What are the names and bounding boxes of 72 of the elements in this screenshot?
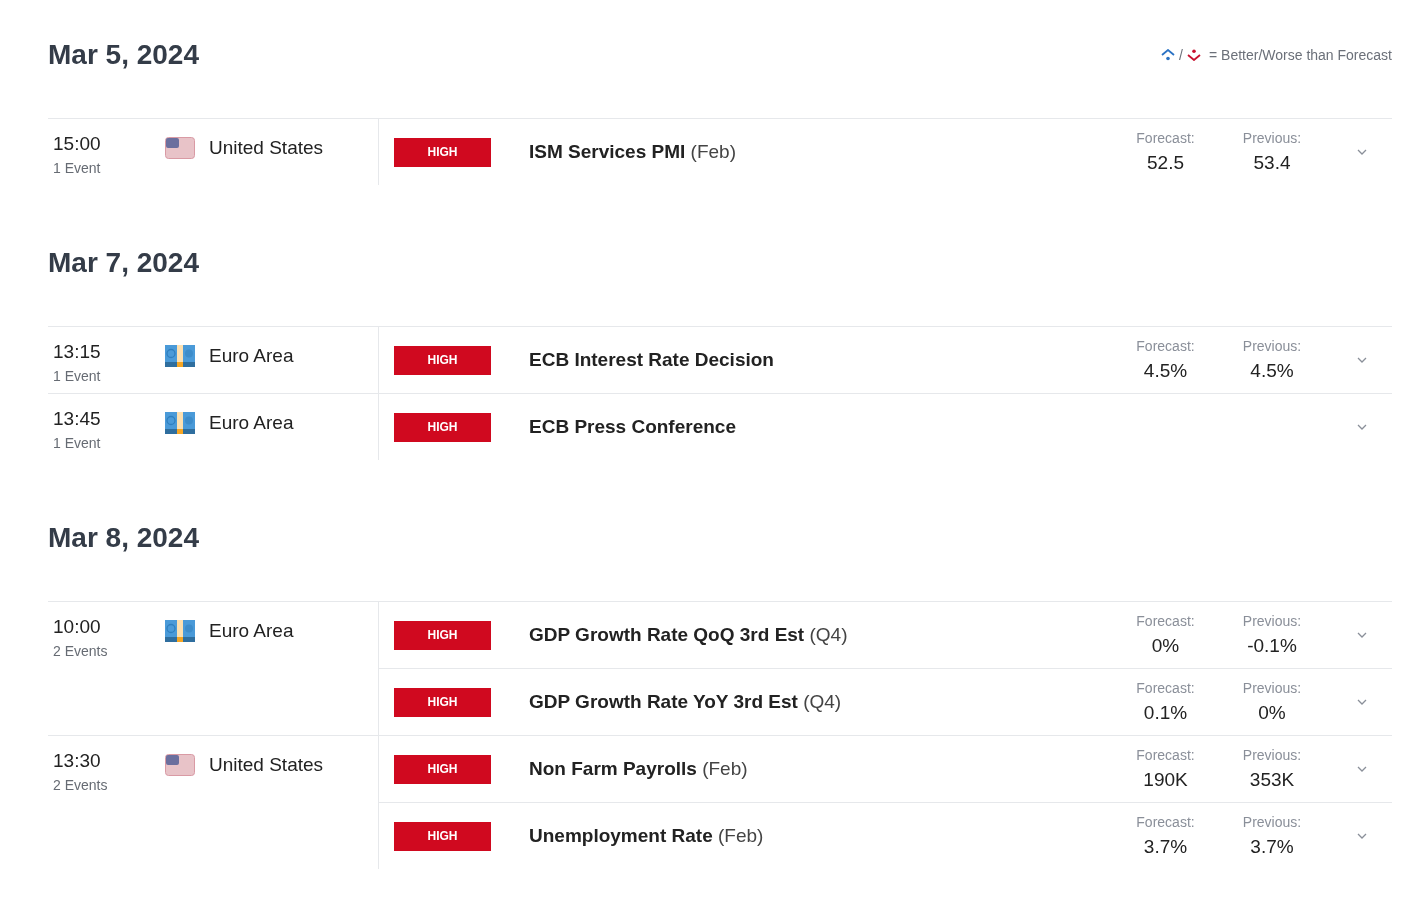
chevron-down-icon[interactable] <box>1357 833 1367 839</box>
legend-separator: / <box>1179 47 1183 63</box>
event-count: 1 Event <box>53 435 102 451</box>
impact-badge: HIGH <box>394 754 491 784</box>
impact-badge: HIGH <box>394 821 491 851</box>
worse-icon <box>1186 49 1202 61</box>
event-title[interactable]: ECB Interest Rate Decision <box>529 349 1114 371</box>
flag-icon <box>165 754 195 776</box>
event-count: 1 Event <box>53 160 102 176</box>
forecast-label: Forecast: <box>1136 613 1195 629</box>
previous-label: Previous: <box>1242 814 1302 830</box>
forecast-label: Forecast: <box>1136 747 1195 763</box>
event-title[interactable]: GDP Growth Rate QoQ 3rd Est (Q4) <box>529 624 1114 646</box>
chevron-down-icon[interactable] <box>1357 632 1367 638</box>
event-time: 15:00 <box>53 133 102 155</box>
previous-label: Previous: <box>1242 747 1302 763</box>
previous-label: Previous: <box>1242 613 1302 629</box>
previous-value: 4.5% <box>1250 360 1294 382</box>
impact-badge: HIGH <box>394 345 491 375</box>
forecast-value: 3.7% <box>1143 836 1188 858</box>
forecast-value: 0% <box>1151 635 1180 657</box>
date-heading: Mar 7, 2024 <box>48 247 199 279</box>
better-icon <box>1160 49 1177 61</box>
previous-value: 0% <box>1258 702 1286 724</box>
chevron-down-icon[interactable] <box>1357 766 1367 772</box>
impact-badge: HIGH <box>394 412 491 442</box>
forecast-value: 52.5 <box>1147 152 1184 174</box>
event-count: 1 Event <box>53 368 102 384</box>
forecast-label: Forecast: <box>1136 338 1195 354</box>
chevron-down-icon[interactable] <box>1357 357 1367 363</box>
date-heading: Mar 8, 2024 <box>48 522 199 554</box>
flag-icon <box>165 412 195 434</box>
event-time: 13:15 <box>53 341 102 363</box>
event-title[interactable]: Non Farm Payrolls (Feb) <box>529 758 1114 780</box>
flag-icon <box>165 137 195 159</box>
forecast-value: 0.1% <box>1143 702 1188 724</box>
previous-label: Previous: <box>1242 130 1302 146</box>
country-name: United States <box>209 754 324 776</box>
flag-icon <box>165 620 195 642</box>
forecast-label: Forecast: <box>1136 680 1195 696</box>
country-name: Euro Area <box>209 620 294 642</box>
previous-value: -0.1% <box>1247 635 1297 657</box>
forecast-value: 4.5% <box>1143 360 1188 382</box>
forecast-value: 190K <box>1143 769 1188 791</box>
event-time: 13:30 <box>53 750 102 772</box>
previous-label: Previous: <box>1242 680 1302 696</box>
impact-badge: HIGH <box>394 137 491 167</box>
event-count: 2 Events <box>53 643 109 659</box>
impact-badge: HIGH <box>394 687 491 717</box>
event-title[interactable]: Unemployment Rate (Feb) <box>529 825 1114 847</box>
chevron-down-icon[interactable] <box>1357 149 1367 155</box>
event-time: 10:00 <box>53 616 102 638</box>
previous-value: 353K <box>1249 769 1295 791</box>
country-name: United States <box>209 137 324 159</box>
chevron-down-icon[interactable] <box>1357 699 1367 705</box>
previous-value: 3.7% <box>1250 836 1294 858</box>
forecast-label: Forecast: <box>1136 130 1195 146</box>
event-title[interactable]: ISM Services PMI (Feb) <box>529 141 1114 163</box>
event-title[interactable]: ECB Press Conference <box>529 416 1114 438</box>
chevron-down-icon[interactable] <box>1357 424 1367 430</box>
flag-icon <box>165 345 195 367</box>
previous-value: 53.4 <box>1253 152 1291 174</box>
impact-badge: HIGH <box>394 620 491 650</box>
event-title[interactable]: GDP Growth Rate YoY 3rd Est (Q4) <box>529 691 1114 713</box>
forecast-label: Forecast: <box>1136 814 1195 830</box>
country-name: Euro Area <box>209 412 294 434</box>
legend-text: = Better/Worse than Forecast <box>1209 47 1392 63</box>
event-time: 13:45 <box>53 408 102 430</box>
country-name: Euro Area <box>209 345 294 367</box>
previous-label: Previous: <box>1242 338 1302 354</box>
date-heading: Mar 5, 2024 <box>48 39 199 71</box>
event-count: 2 Events <box>53 777 109 793</box>
